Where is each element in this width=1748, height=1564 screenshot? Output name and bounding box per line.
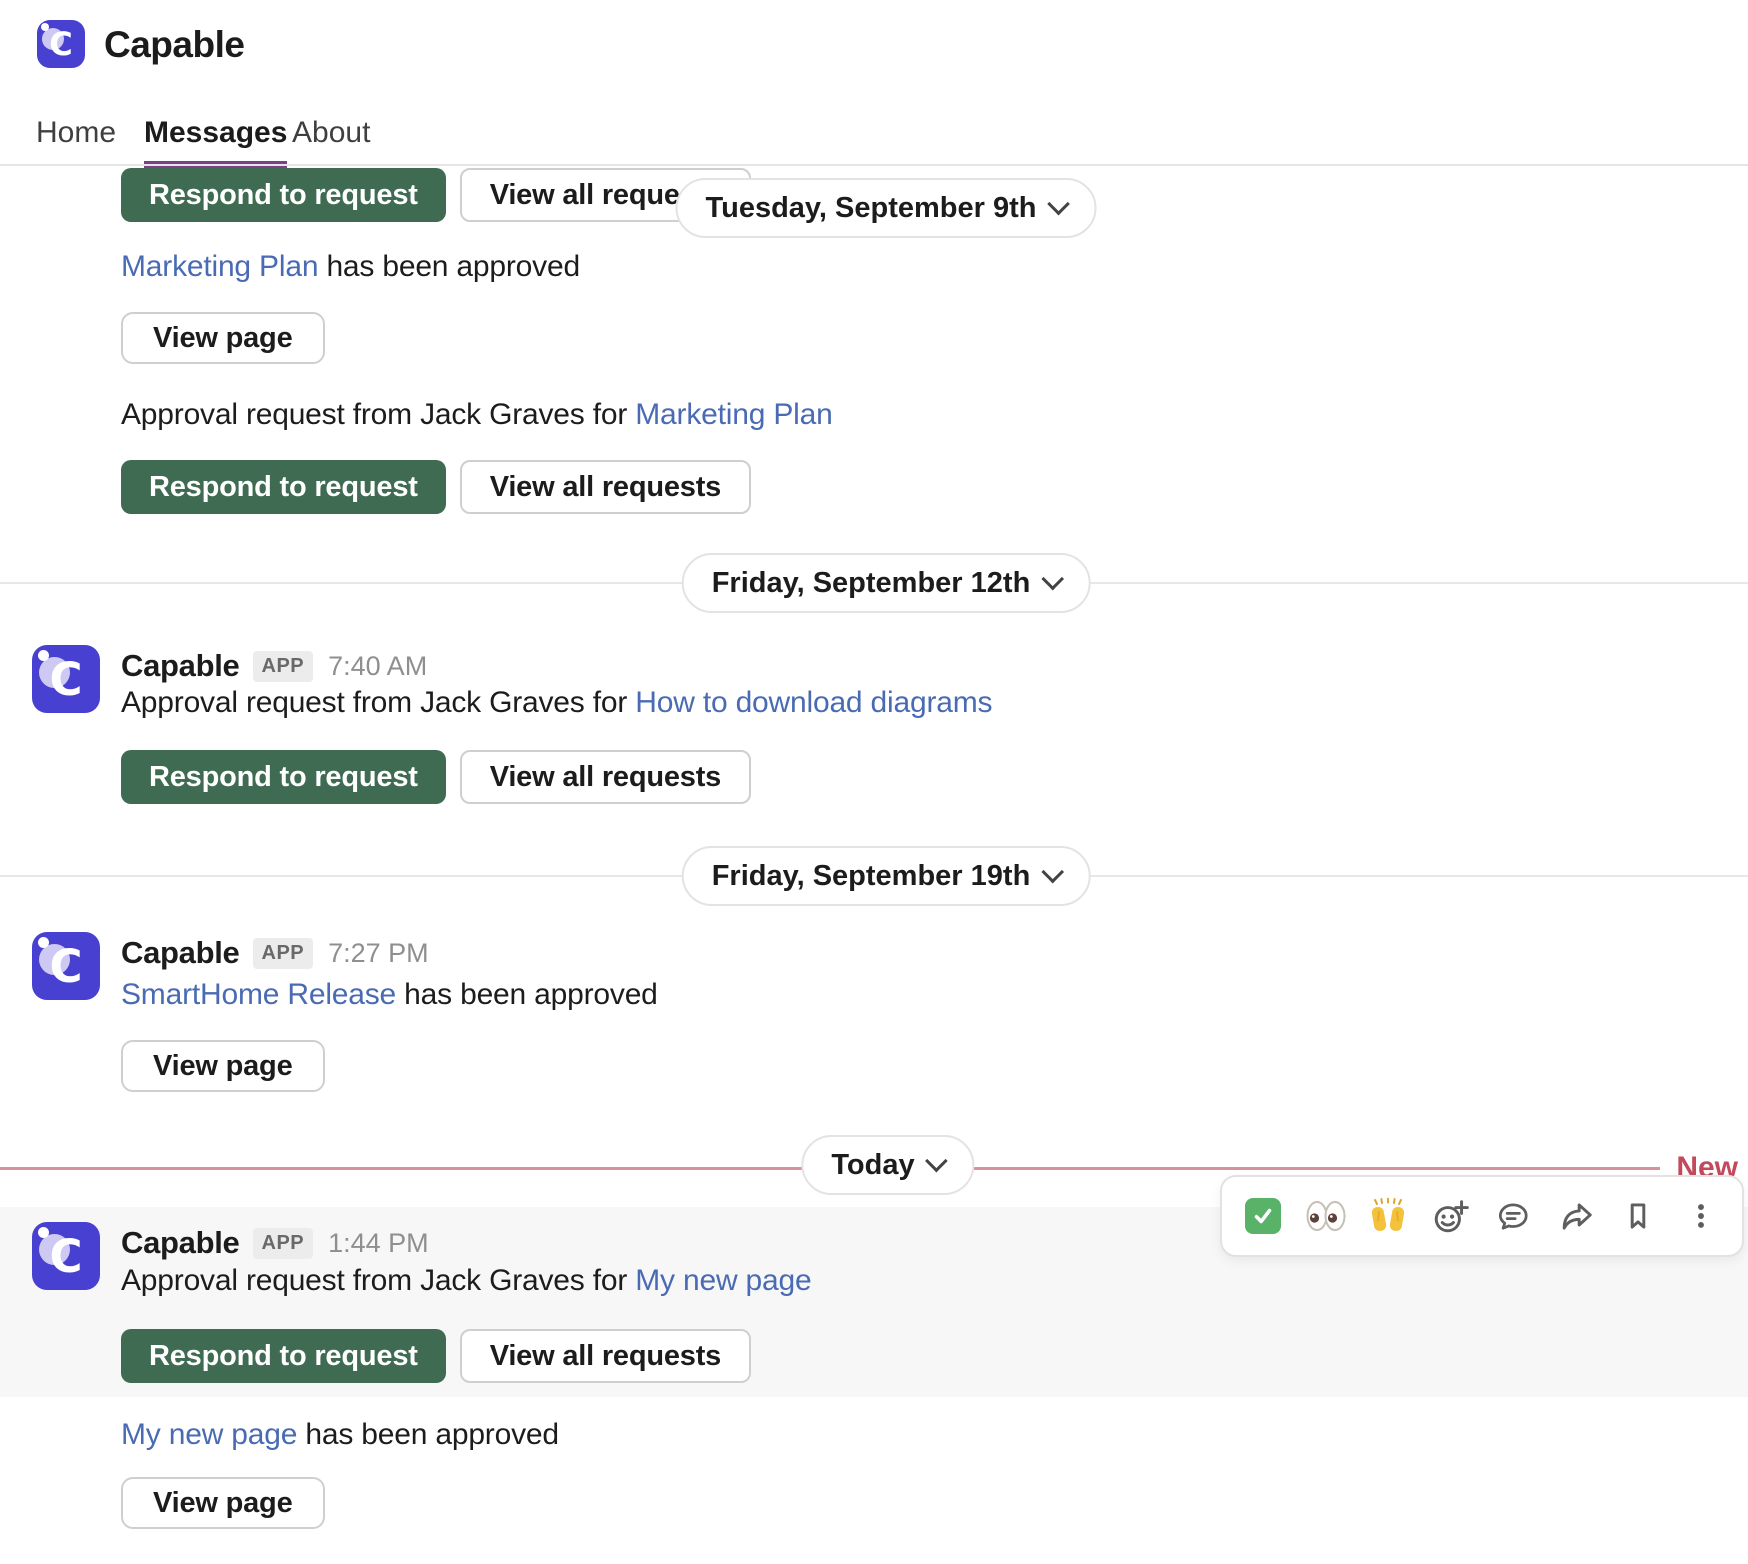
app-window: C Capable Home Messages About Respond to… xyxy=(0,0,1748,1564)
eyes-reaction-button[interactable] xyxy=(1303,1191,1349,1241)
message-timestamp[interactable]: 7:27 PM xyxy=(328,938,429,969)
app-badge: APP xyxy=(253,1228,314,1259)
add-reaction-icon xyxy=(1432,1197,1470,1235)
chevron-down-icon xyxy=(1041,861,1064,884)
message-text: Marketing Plan has been approved xyxy=(121,250,580,284)
date-divider-label: Tuesday, September 9th xyxy=(706,192,1037,225)
check-mark-emoji-icon xyxy=(1245,1198,1281,1234)
tab-home[interactable]: Home xyxy=(36,116,116,161)
message-header: Capable APP 1:44 PM xyxy=(121,1225,429,1261)
message-header: Capable APP 7:40 AM xyxy=(121,648,427,684)
raised-hands-emoji-icon xyxy=(1368,1197,1408,1235)
app-badge: APP xyxy=(253,651,314,682)
eyes-emoji-icon xyxy=(1305,1199,1347,1233)
message-actions: Respond to request View all requests xyxy=(121,168,751,222)
message-text: Approval request from Jack Graves for Ho… xyxy=(121,686,992,720)
tab-about[interactable]: About xyxy=(292,116,370,161)
chevron-down-icon xyxy=(925,1150,948,1173)
date-divider-label: Friday, September 12th xyxy=(712,567,1031,600)
date-divider-label: Friday, September 19th xyxy=(712,860,1031,893)
date-divider-label: Today xyxy=(831,1149,914,1182)
respond-to-request-button[interactable]: Respond to request xyxy=(121,1329,446,1383)
message-text-suffix: has been approved xyxy=(318,250,580,283)
message-text: My new page has been approved xyxy=(121,1418,559,1452)
app-title: Capable xyxy=(104,24,244,66)
message-text: Approval request from Jack Graves for Ma… xyxy=(121,398,833,432)
bookmark-icon xyxy=(1619,1197,1657,1235)
chevron-down-icon xyxy=(1041,568,1064,591)
reply-in-thread-button[interactable] xyxy=(1490,1191,1536,1241)
capable-logo: C xyxy=(37,20,85,68)
thread-bubble-icon xyxy=(1494,1197,1532,1235)
view-all-requests-button[interactable]: View all requests xyxy=(460,460,751,514)
share-message-button[interactable] xyxy=(1553,1191,1599,1241)
logo-dot-decoration xyxy=(38,1227,49,1238)
respond-to-request-button[interactable]: Respond to request xyxy=(121,168,446,222)
page-link[interactable]: Marketing Plan xyxy=(635,398,832,431)
view-all-requests-button[interactable]: View all requests xyxy=(460,750,751,804)
page-link[interactable]: SmartHome Release xyxy=(121,978,396,1011)
app-badge: APP xyxy=(253,938,314,969)
view-page-button[interactable]: View page xyxy=(121,312,325,364)
sender-name[interactable]: Capable xyxy=(121,1225,240,1261)
share-arrow-icon xyxy=(1557,1197,1595,1235)
vertical-ellipsis-icon xyxy=(1682,1197,1720,1235)
message-timestamp[interactable]: 1:44 PM xyxy=(328,1228,429,1259)
logo-dot-decoration xyxy=(38,650,49,661)
tab-messages[interactable]: Messages xyxy=(144,116,287,168)
message-hover-toolbar xyxy=(1220,1175,1744,1257)
page-link[interactable]: Marketing Plan xyxy=(121,250,318,283)
page-link[interactable]: My new page xyxy=(121,1418,297,1451)
header-divider xyxy=(0,164,1748,166)
respond-to-request-button[interactable]: Respond to request xyxy=(121,750,446,804)
message-actions: Respond to request View all requests xyxy=(121,460,751,514)
save-for-later-button[interactable] xyxy=(1615,1191,1661,1241)
message-text-prefix: Approval request from Jack Graves for xyxy=(121,686,635,719)
sender-name[interactable]: Capable xyxy=(121,648,240,684)
chevron-down-icon xyxy=(1047,193,1070,216)
more-actions-button[interactable] xyxy=(1678,1191,1724,1241)
capable-app-avatar[interactable]: C xyxy=(32,932,100,1000)
message-actions: Respond to request View all requests xyxy=(121,750,751,804)
message-text-suffix: has been approved xyxy=(396,978,658,1011)
date-divider-pill[interactable]: Tuesday, September 9th xyxy=(676,178,1097,238)
message-header: Capable APP 7:27 PM xyxy=(121,935,429,971)
add-reaction-button[interactable] xyxy=(1428,1191,1474,1241)
message-text: SmartHome Release has been approved xyxy=(121,978,658,1012)
page-link[interactable]: My new page xyxy=(635,1264,811,1297)
date-divider-pill[interactable]: Friday, September 12th xyxy=(682,553,1091,613)
message-text-prefix: Approval request from Jack Graves for xyxy=(121,398,635,431)
respond-to-request-button[interactable]: Respond to request xyxy=(121,460,446,514)
sender-name[interactable]: Capable xyxy=(121,935,240,971)
message-text-prefix: Approval request from Jack Graves for xyxy=(121,1264,635,1297)
logo-dot-decoration xyxy=(41,23,49,31)
view-all-requests-button[interactable]: View all requests xyxy=(460,1329,751,1383)
date-divider-pill[interactable]: Today xyxy=(801,1135,974,1195)
message-actions: Respond to request View all requests xyxy=(121,1329,751,1383)
page-link[interactable]: How to download diagrams xyxy=(635,686,992,719)
capable-app-avatar[interactable]: C xyxy=(32,645,100,713)
logo-dot-decoration xyxy=(38,937,49,948)
date-divider-pill[interactable]: Friday, September 19th xyxy=(682,846,1091,906)
capable-app-avatar[interactable]: C xyxy=(32,1222,100,1290)
message-text: Approval request from Jack Graves for My… xyxy=(121,1264,812,1298)
view-page-button[interactable]: View page xyxy=(121,1477,325,1529)
check-mark-reaction-button[interactable] xyxy=(1240,1191,1286,1241)
message-timestamp[interactable]: 7:40 AM xyxy=(328,651,427,682)
message-text-suffix: has been approved xyxy=(297,1418,559,1451)
raised-hands-reaction-button[interactable] xyxy=(1365,1191,1411,1241)
view-page-button[interactable]: View page xyxy=(121,1040,325,1092)
